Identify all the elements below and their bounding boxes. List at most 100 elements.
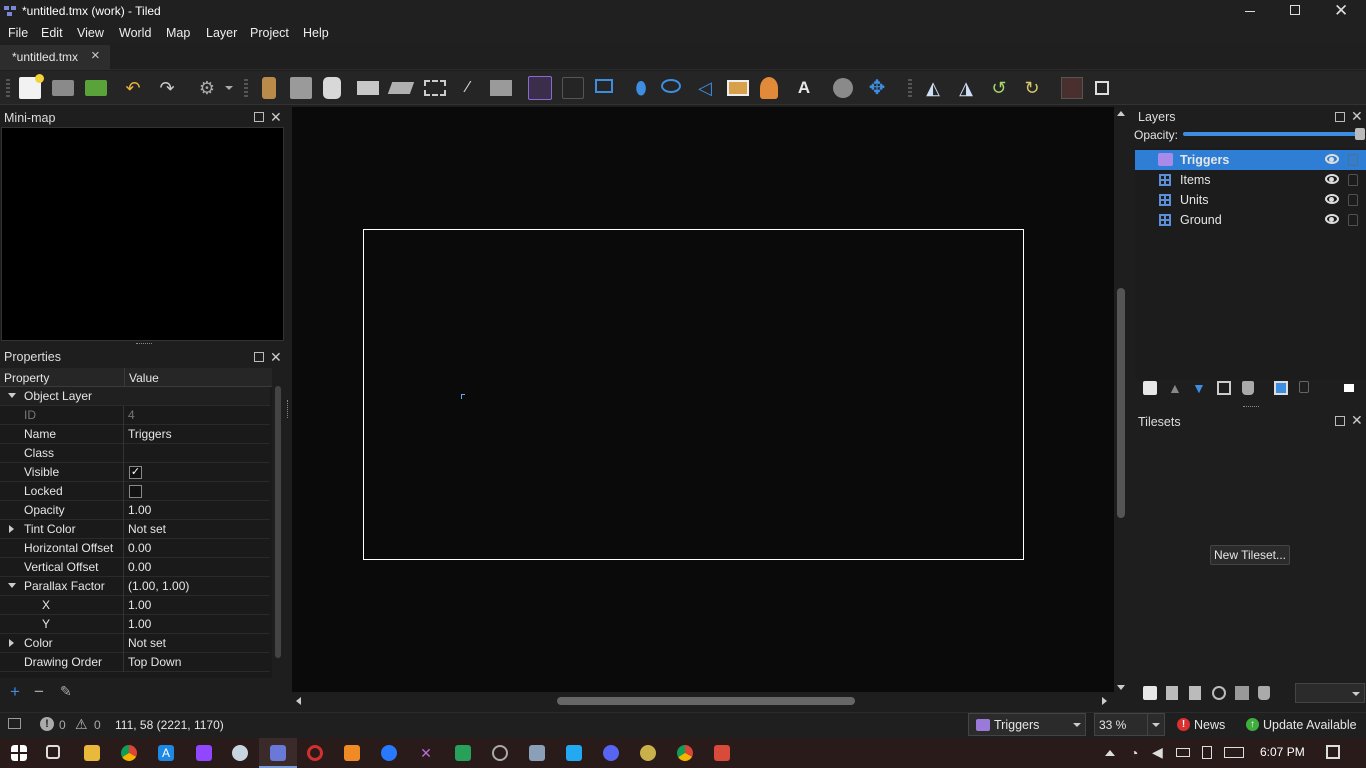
rotate-left-icon[interactable]: ↺ <box>988 77 1010 99</box>
property-value[interactable]: (1.00, 1.00) <box>128 577 189 596</box>
delete-layer-icon[interactable] <box>1242 381 1254 395</box>
scroll-down-icon[interactable] <box>1117 685 1125 690</box>
opacity-slider[interactable] <box>1183 128 1365 140</box>
terrain-brush-icon[interactable] <box>290 77 312 99</box>
property-value[interactable]: 0.00 <box>128 539 151 558</box>
property-value[interactable]: 1.00 <box>128 501 151 520</box>
tilesets-float-icon[interactable] <box>1335 416 1345 426</box>
property-row[interactable]: Parallax Factor (1.00, 1.00) <box>0 577 270 596</box>
panel-splitter[interactable] <box>136 343 152 345</box>
property-row[interactable]: Color Not set <box>0 634 270 653</box>
edit-polygons-icon[interactable] <box>562 77 584 99</box>
layers-menu-icon[interactable] <box>1344 384 1354 392</box>
layer-row-units[interactable]: Units <box>1135 190 1366 210</box>
show-hide-others-icon[interactable] <box>1274 381 1288 395</box>
bucket-fill-icon[interactable] <box>323 77 341 99</box>
raise-layer-icon[interactable]: ▲ <box>1168 380 1182 396</box>
property-row[interactable]: Tint Color Not set <box>0 520 270 539</box>
vscode-icon[interactable] <box>566 745 582 761</box>
warning-count[interactable]: 0 <box>94 718 101 732</box>
app-radiation-icon[interactable] <box>640 745 656 761</box>
menu-view[interactable]: View <box>77 26 104 40</box>
tileset-properties-icon[interactable] <box>1212 686 1226 700</box>
new-layer-icon[interactable] <box>1143 381 1157 395</box>
battery-icon[interactable] <box>1176 748 1190 757</box>
error-icon[interactable]: ! <box>40 717 54 731</box>
property-row[interactable]: Visible ✓ <box>0 463 270 482</box>
new-map-icon[interactable] <box>19 74 44 99</box>
property-value[interactable]: Top Down <box>128 653 181 672</box>
discord-icon[interactable] <box>603 745 619 761</box>
menu-map[interactable]: Map <box>166 26 190 40</box>
minimap-close-icon[interactable]: ✕ <box>270 110 282 124</box>
sublime-icon[interactable] <box>344 745 360 761</box>
opacity-slider-handle[interactable] <box>1355 128 1365 140</box>
lock-icon[interactable] <box>1348 174 1358 186</box>
property-value[interactable]: 4 <box>128 406 135 425</box>
volume-icon[interactable]: ◀ <box>1152 744 1163 761</box>
visibility-eye-icon[interactable] <box>1325 174 1339 184</box>
embed-tileset-icon[interactable] <box>1166 686 1178 700</box>
tiled-app-icon[interactable] <box>270 745 286 761</box>
news-icon[interactable]: ! <box>1177 718 1190 731</box>
insert-tile-icon[interactable] <box>727 80 749 96</box>
duplicate-layer-icon[interactable] <box>1217 381 1231 395</box>
windows-start-icon[interactable] <box>11 745 27 761</box>
save-icon[interactable] <box>85 80 107 96</box>
property-value[interactable]: Not set <box>128 520 166 539</box>
insert-point-icon[interactable]: ⬮ <box>630 77 652 99</box>
expand-arrow-icon[interactable] <box>9 525 14 533</box>
property-checkbox[interactable] <box>129 485 142 498</box>
toolbar-grip-2[interactable] <box>244 79 248 97</box>
property-column-header[interactable]: Property <box>4 371 49 385</box>
layers-close-icon[interactable]: ✕ <box>1351 109 1363 123</box>
shape-fill-icon[interactable] <box>357 81 379 95</box>
visibility-eye-icon[interactable] <box>1325 154 1339 164</box>
property-value[interactable]: 1.00 <box>128 615 151 634</box>
tab-close-icon[interactable]: × <box>91 47 100 64</box>
app-x-icon[interactable]: ✕ <box>418 745 434 761</box>
horizontal-scroll-thumb[interactable] <box>557 697 855 705</box>
property-row[interactable]: Object Layer <box>0 387 270 406</box>
random-mode-icon[interactable] <box>1061 77 1083 99</box>
select-objects-icon[interactable] <box>528 76 552 100</box>
menu-edit[interactable]: Edit <box>41 26 63 40</box>
insert-polygon-icon[interactable]: ◁ <box>694 77 716 99</box>
lock-others-icon[interactable] <box>1299 381 1309 393</box>
new-tileset-button[interactable]: New Tileset... <box>1210 545 1290 565</box>
world-tool-icon[interactable] <box>833 78 853 98</box>
toolbar-grip[interactable] <box>6 79 10 97</box>
redo-icon[interactable]: ↷ <box>156 77 178 99</box>
insert-ellipse-icon[interactable] <box>661 79 681 93</box>
properties-scrollbar[interactable] <box>272 368 284 678</box>
keyboard-icon[interactable] <box>1224 747 1244 758</box>
update-link[interactable]: Update Available <box>1263 718 1357 732</box>
visibility-eye-icon[interactable] <box>1325 214 1339 224</box>
scroll-left-icon[interactable] <box>296 697 301 705</box>
app-green-icon[interactable] <box>455 745 471 761</box>
move-icon[interactable]: ✥ <box>866 77 888 99</box>
visibility-eye-icon[interactable] <box>1325 194 1339 204</box>
warning-icon[interactable]: ⚠ <box>75 716 88 733</box>
collapse-arrow-icon[interactable] <box>8 583 16 588</box>
twitch-icon[interactable] <box>196 745 212 761</box>
minimap-float-icon[interactable] <box>254 112 264 122</box>
lock-icon[interactable] <box>1348 194 1358 206</box>
chevron-up-icon[interactable] <box>1105 750 1115 756</box>
property-checkbox[interactable]: ✓ <box>129 466 142 479</box>
clock[interactable]: 6:07 PM <box>1260 745 1305 759</box>
left-dock-splitter[interactable] <box>287 400 289 418</box>
close-icon[interactable]: ✕ <box>1334 1 1348 21</box>
console-icon[interactable] <box>8 718 21 729</box>
notifications-icon[interactable] <box>1326 745 1340 759</box>
tilesets-close-icon[interactable]: ✕ <box>1351 413 1363 427</box>
property-value[interactable]: 0.00 <box>128 558 151 577</box>
toolbar-grip-3[interactable] <box>908 79 912 97</box>
property-row[interactable]: Horizontal Offset 0.00 <box>0 539 270 558</box>
insert-text-icon[interactable]: A <box>793 77 815 99</box>
minimize-icon[interactable] <box>1245 11 1255 12</box>
menu-world[interactable]: World <box>119 26 151 40</box>
insert-rectangle-icon[interactable] <box>595 79 613 93</box>
property-value[interactable]: 1.00 <box>128 596 151 615</box>
collapse-arrow-icon[interactable] <box>8 393 16 398</box>
